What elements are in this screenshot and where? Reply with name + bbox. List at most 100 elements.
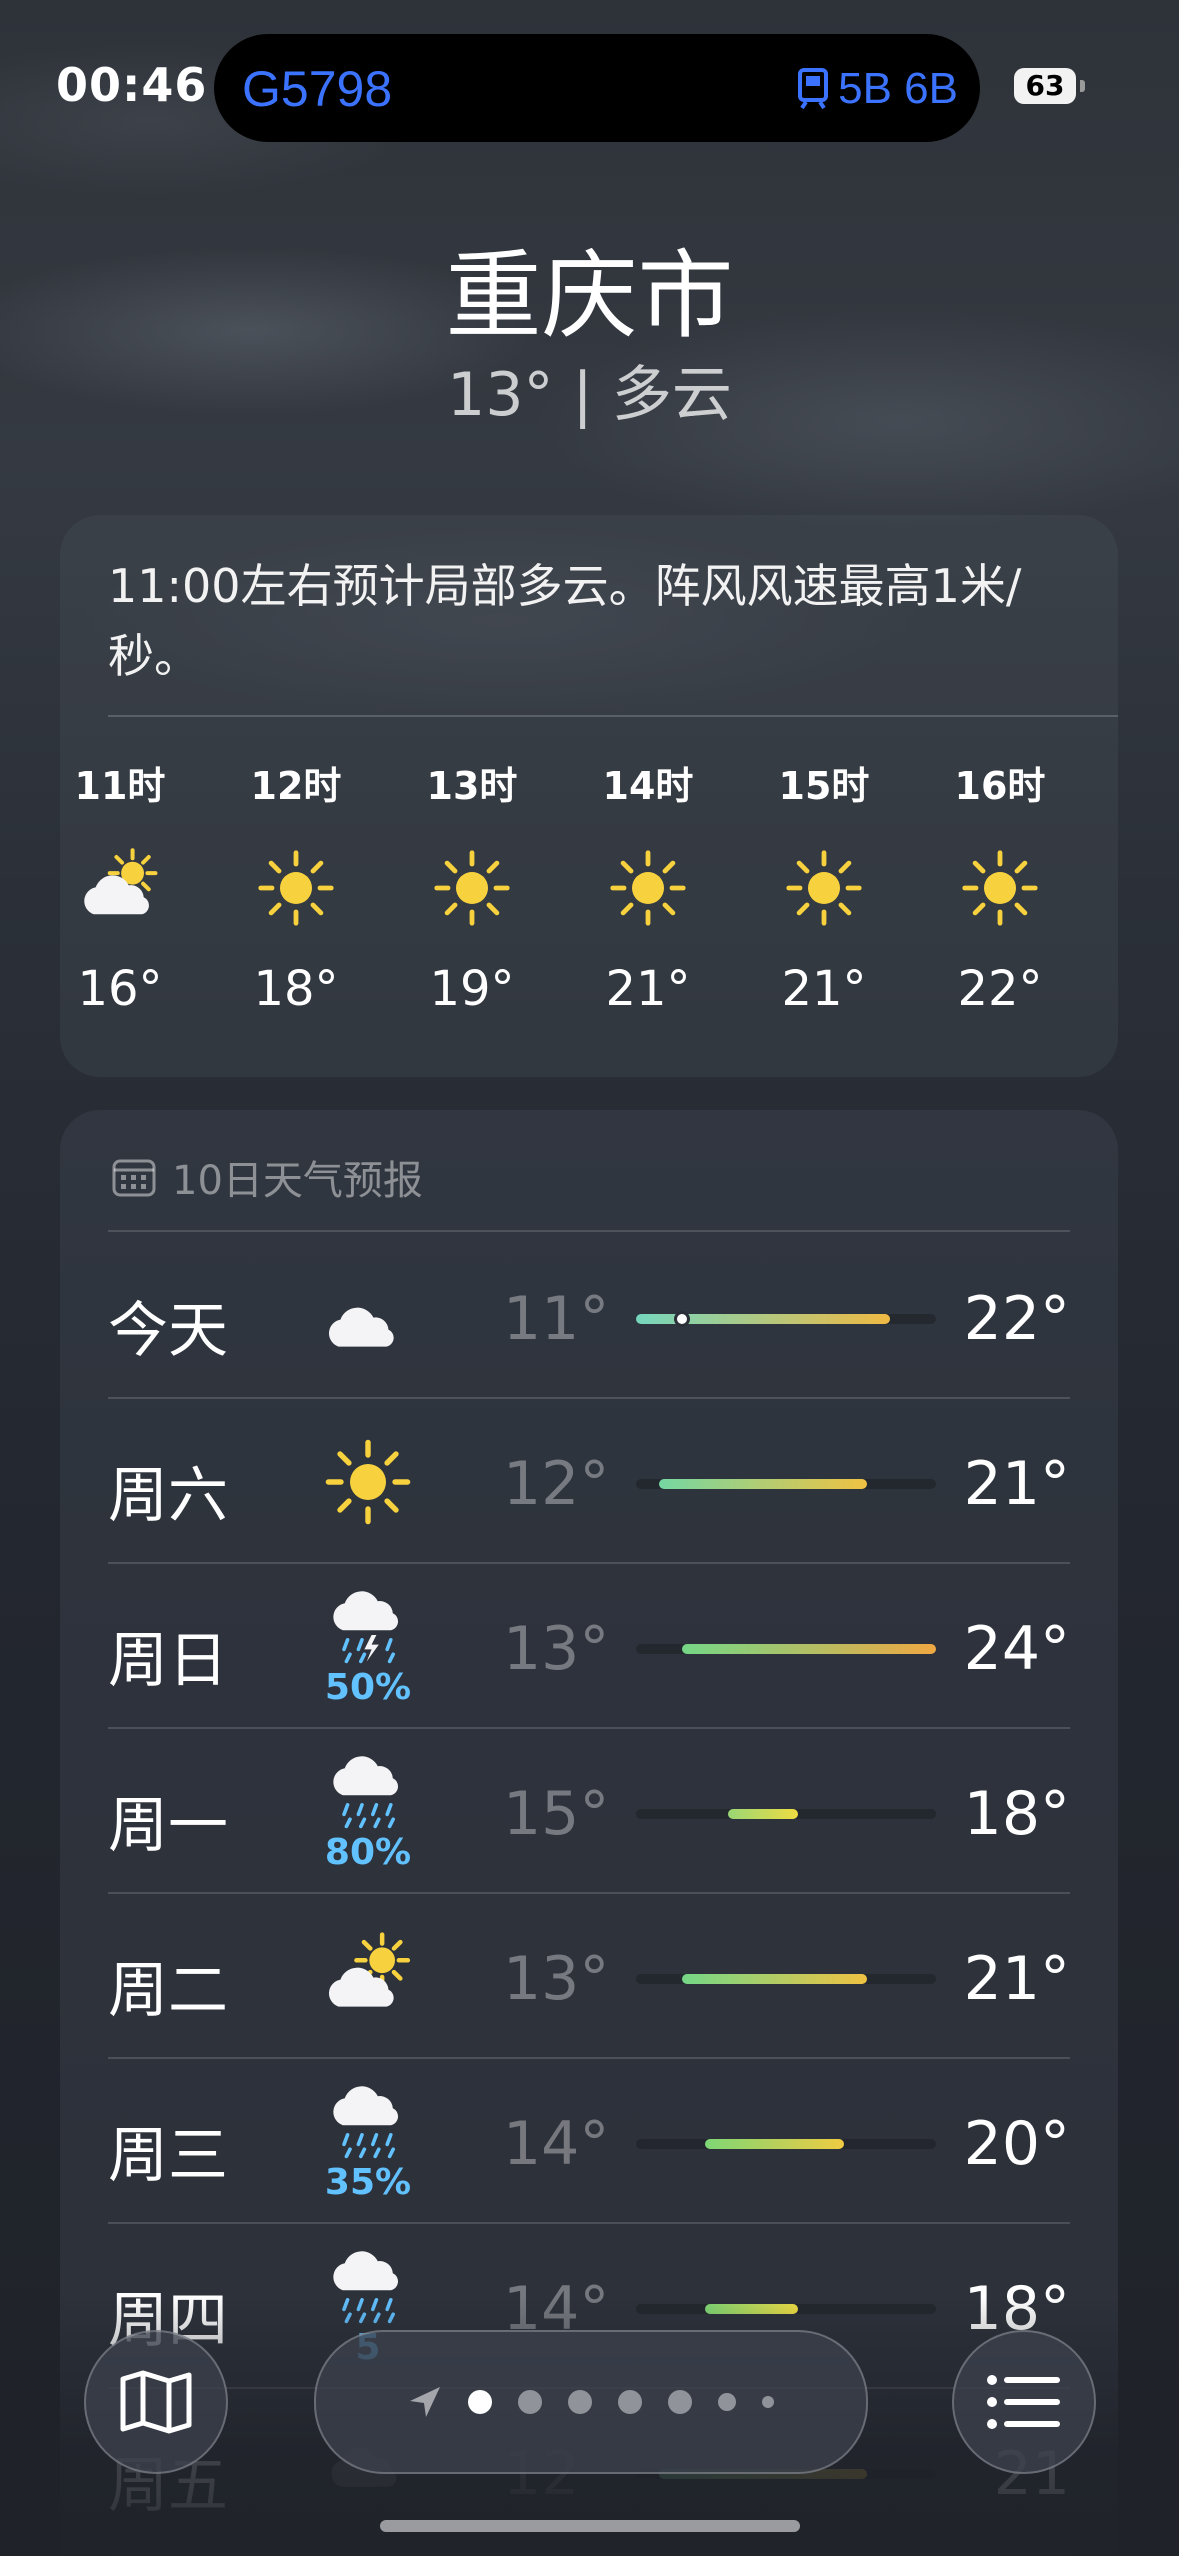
sun-icon — [588, 833, 708, 943]
current-temp-marker — [674, 1311, 691, 1327]
calendar-icon — [112, 1159, 156, 1197]
hour-temp: 21° — [781, 961, 867, 1017]
day-name: 周一 — [108, 1791, 228, 1861]
rain-icon: 80% — [318, 1747, 418, 1877]
divider — [108, 715, 1118, 717]
dynamic-island[interactable]: G5798 5B 6B — [214, 34, 980, 142]
hour-temp: 21° — [605, 961, 691, 1017]
page-dot[interactable] — [718, 2393, 736, 2411]
precip-chance: 80% — [324, 1831, 412, 1873]
page-dot[interactable] — [468, 2390, 492, 2414]
high-temp: 18° — [963, 1779, 1070, 1849]
page-dot[interactable] — [668, 2390, 692, 2414]
hour-label: 13时 — [426, 764, 518, 808]
train-icon — [798, 68, 829, 110]
daily-row[interactable]: 周三 35% 14° 20° — [108, 2059, 1070, 2224]
thunderstorm-icon: 50% — [318, 1582, 418, 1712]
temp-range-bar — [636, 1974, 936, 1984]
location-pager[interactable] — [314, 2330, 868, 2474]
day-name: 周三 — [108, 2121, 228, 2191]
forecast-summary: 11:00左右预计局部多云。阵风风速最高1米/秒。 — [108, 559, 1022, 683]
temp-range-fill — [705, 2139, 844, 2149]
status-time: 00:46 — [56, 58, 208, 112]
sun-icon — [236, 833, 356, 943]
hour-temp: 22° — [957, 961, 1043, 1017]
hourly-item: 12时 18° — [236, 755, 356, 1017]
hour-label: 15时 — [778, 764, 870, 808]
daily-row[interactable]: 周一 80% 15° 18° — [108, 1729, 1070, 1894]
daily-row[interactable]: 周日 50% 13° 24° — [108, 1564, 1070, 1729]
low-temp: 15° — [503, 1779, 610, 1849]
partly-sunny-icon — [60, 833, 180, 943]
high-temp: 20° — [963, 2109, 1070, 2179]
temp-range-bar — [636, 1479, 936, 1489]
low-temp: 13° — [503, 1944, 610, 2014]
train-seat-info: 5B 6B — [798, 64, 958, 114]
temp-range-bar — [636, 1644, 936, 1654]
hour-temp: 16° — [77, 961, 163, 1017]
hourly-item: 13时 19° — [412, 755, 532, 1017]
high-temp: 21° — [963, 1449, 1070, 1519]
hour-label: 14时 — [602, 764, 694, 808]
hourly-item: 15时 21° — [764, 755, 884, 1017]
precip-chance: 50% — [324, 1666, 412, 1708]
sun-icon — [412, 833, 532, 943]
location-list-button[interactable] — [952, 2330, 1096, 2474]
temp-range-fill — [682, 1644, 936, 1654]
battery-icon: 63 — [1014, 68, 1076, 104]
daily-row[interactable]: 周二 13° 21° — [108, 1894, 1070, 2059]
daily-header-label: 10日天气预报 — [172, 1158, 423, 1204]
hour-temp: 18° — [253, 961, 339, 1017]
temp-range-bar — [636, 2139, 936, 2149]
precip-chance: 35% — [324, 2161, 412, 2203]
temp-range-bar — [636, 1311, 936, 1327]
high-temp: 24° — [963, 1614, 1070, 1684]
low-temp: 14° — [503, 2109, 610, 2179]
low-temp: 11° — [503, 1284, 610, 1354]
page-dot[interactable] — [568, 2390, 592, 2414]
day-name: 周六 — [108, 1461, 228, 1531]
sun-icon — [764, 833, 884, 943]
temp-range-bar — [636, 1809, 936, 1819]
location-arrow-icon — [410, 2387, 440, 2417]
temp-range-fill — [659, 1479, 867, 1489]
rain-icon: 35% — [318, 2077, 418, 2207]
high-temp: 21° — [963, 1944, 1070, 2014]
day-name: 周日 — [108, 1626, 228, 1696]
city-name: 重庆市 — [445, 240, 734, 352]
page-dot[interactable] — [762, 2396, 774, 2408]
hour-temp: 19° — [429, 961, 515, 1017]
low-temp: 12° — [503, 1449, 610, 1519]
battery-tip — [1080, 80, 1085, 92]
list-icon — [987, 2375, 1060, 2429]
high-temp: 22° — [963, 1284, 1070, 1354]
home-indicator[interactable] — [380, 2520, 800, 2532]
partly-sunny-icon — [318, 1912, 418, 2042]
train-number: G5798 — [242, 61, 393, 117]
page-dot[interactable] — [518, 2390, 542, 2414]
day-name: 周二 — [108, 1956, 228, 2026]
daily-row[interactable]: 今天 11° 22° — [108, 1234, 1070, 1399]
hour-label: 12时 — [250, 764, 342, 808]
daily-forecast-header: 10日天气预报 — [112, 1148, 423, 1206]
divider — [108, 1230, 1070, 1232]
hourly-item: 14时 21° — [588, 755, 708, 1017]
hourly-item: 11时 16° — [60, 755, 180, 1017]
hour-label: 11时 — [74, 764, 166, 808]
current-condition: 13° | 多云 — [447, 360, 732, 430]
map-icon — [120, 2370, 192, 2434]
cloud-moon-icon — [318, 1252, 418, 1382]
temp-range-fill — [682, 1974, 867, 1984]
hourly-item: 16时 22° — [940, 755, 1060, 1017]
temp-range-fill — [728, 1809, 798, 1819]
hour-label: 16时 — [954, 764, 1046, 808]
map-button[interactable] — [84, 2330, 228, 2474]
hourly-forecast-card[interactable]: 11:00左右预计局部多云。阵风风速最高1米/秒。 11时 16° 12时 18°… — [60, 515, 1118, 1077]
low-temp: 13° — [503, 1614, 610, 1684]
sun-icon — [940, 833, 1060, 943]
sun-icon — [318, 1417, 418, 1547]
page-dot[interactable] — [618, 2390, 642, 2414]
seat-label: 5B 6B — [838, 64, 958, 113]
day-name: 今天 — [108, 1296, 228, 1366]
daily-row[interactable]: 周六 12° 21° — [108, 1399, 1070, 1564]
